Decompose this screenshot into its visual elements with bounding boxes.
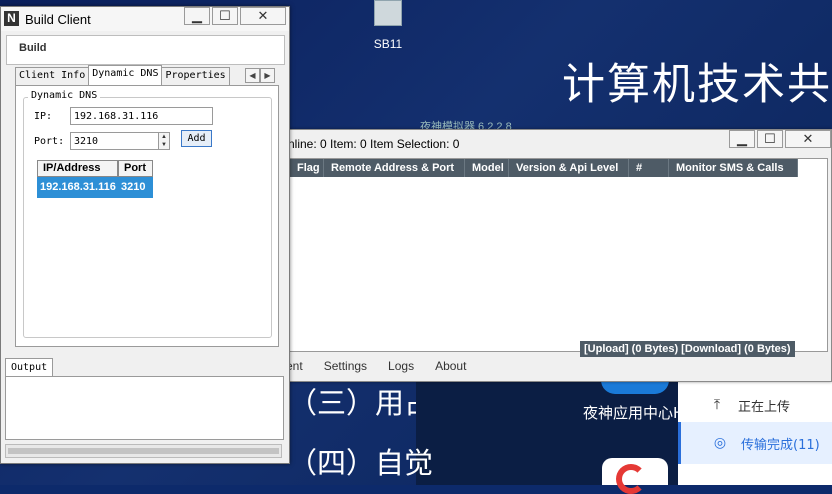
monitor-window: nline: 0 Item: 0 Item Selection: 0 ▁ ☐ ✕… xyxy=(285,129,832,382)
horizontal-scrollbar[interactable] xyxy=(5,444,282,458)
menu-settings[interactable]: Settings xyxy=(324,359,367,373)
column-flag[interactable]: Flag xyxy=(290,159,324,177)
document-icon xyxy=(374,0,402,26)
column-remote-address[interactable]: Remote Address & Port xyxy=(324,159,465,177)
clients-list-header: Flag Remote Address & Port Model Version… xyxy=(290,159,798,177)
column-number[interactable]: # xyxy=(629,159,669,177)
port-input[interactable]: 3210 xyxy=(70,132,159,150)
desktop-icon-sb11[interactable]: SB11 xyxy=(362,0,414,51)
menu-about[interactable]: About xyxy=(435,359,466,373)
row-ip: 192.168.31.116 xyxy=(40,181,116,193)
tab-client-info[interactable]: Client Info xyxy=(15,67,90,85)
column-model[interactable]: Model xyxy=(465,159,509,177)
port-stepper[interactable]: ▲ ▼ xyxy=(158,132,170,150)
check-circle-icon: ◎ xyxy=(713,435,727,451)
table-row[interactable]: 192.168.31.116 3210 xyxy=(37,177,153,198)
slide-title: 计算机技术共 xyxy=(562,60,832,110)
build-menu-bar: Build xyxy=(6,35,285,65)
column-version[interactable]: Version & Api Level xyxy=(509,159,629,177)
build-client-title: Build Client xyxy=(25,12,91,27)
column-monitor-sms[interactable]: Monitor SMS & Calls xyxy=(669,159,798,177)
monitor-menu: ent Settings Logs About xyxy=(286,352,831,380)
transfer-uploading-label: 正在上传 xyxy=(738,399,791,415)
output-tabs: Output xyxy=(5,358,54,378)
dns-table: IP/Address Port 192.168.31.116 3210 xyxy=(37,160,153,198)
menu-build[interactable]: Build xyxy=(19,42,47,54)
row-port: 3210 xyxy=(121,181,146,193)
ip-input[interactable]: 192.168.31.116 xyxy=(70,107,213,125)
monitor-titlebar[interactable]: nline: 0 Item: 0 Item Selection: 0 ▁ ☐ ✕ xyxy=(286,130,831,156)
transfer-done-item[interactable]: ◎ 传输完成(11) xyxy=(678,422,832,464)
monitor-title: nline: 0 Item: 0 Item Selection: 0 xyxy=(288,137,460,151)
tab-output[interactable]: Output xyxy=(5,358,54,378)
build-tabs: Client Info Dynamic DNS Properties xyxy=(15,65,230,85)
dns-table-header: IP/Address Port xyxy=(37,160,153,177)
add-button[interactable]: Add xyxy=(181,130,212,147)
upload-icon: ⤒ xyxy=(713,397,721,413)
clients-list[interactable]: Flag Remote Address & Port Model Version… xyxy=(289,158,828,357)
maximize-button[interactable]: ☐ xyxy=(212,7,238,25)
port-label: Port: xyxy=(34,136,65,147)
desktop-icon-label: SB11 xyxy=(373,37,403,51)
build-client-window: N Build Client ▁ ☐ ✕ Build Client Info D… xyxy=(0,6,290,464)
group-label: Dynamic DNS xyxy=(28,90,101,101)
slide-line-4: （四）自觉 xyxy=(288,446,434,480)
menu-logs[interactable]: Logs xyxy=(388,359,414,373)
tab-scroll-right-icon[interactable]: ▶ xyxy=(260,68,275,83)
app-logo-icon: N xyxy=(4,11,19,26)
close-button[interactable]: ✕ xyxy=(240,7,286,25)
transfer-uploading-item[interactable]: ⤒ 正在上传 xyxy=(678,384,832,426)
tab-scroll-left-icon[interactable]: ◀ xyxy=(245,68,260,83)
tab-properties[interactable]: Properties xyxy=(161,67,230,85)
chrome-icon[interactable] xyxy=(602,458,668,494)
slide-line-3: （三）用占 xyxy=(288,386,434,420)
tab-dynamic-dns[interactable]: Dynamic DNS xyxy=(88,65,163,85)
column-port[interactable]: Port xyxy=(118,160,153,177)
output-area[interactable] xyxy=(5,376,284,440)
maximize-button[interactable]: ☐ xyxy=(757,130,783,148)
transfer-panel: ⤒ 正在上传 ◎ 传输完成(11) xyxy=(678,380,832,485)
minimize-button[interactable]: ▁ xyxy=(729,130,755,148)
ip-label: IP: xyxy=(34,111,53,122)
nox-app-center-label: 夜神应用中心H xyxy=(583,404,685,422)
build-client-titlebar[interactable]: N Build Client ▁ ☐ ✕ xyxy=(1,7,289,31)
transfer-done-label: 传输完成(11) xyxy=(741,437,820,453)
column-ip-address[interactable]: IP/Address xyxy=(37,160,118,177)
minimize-button[interactable]: ▁ xyxy=(184,7,210,25)
close-button[interactable]: ✕ xyxy=(785,130,831,148)
